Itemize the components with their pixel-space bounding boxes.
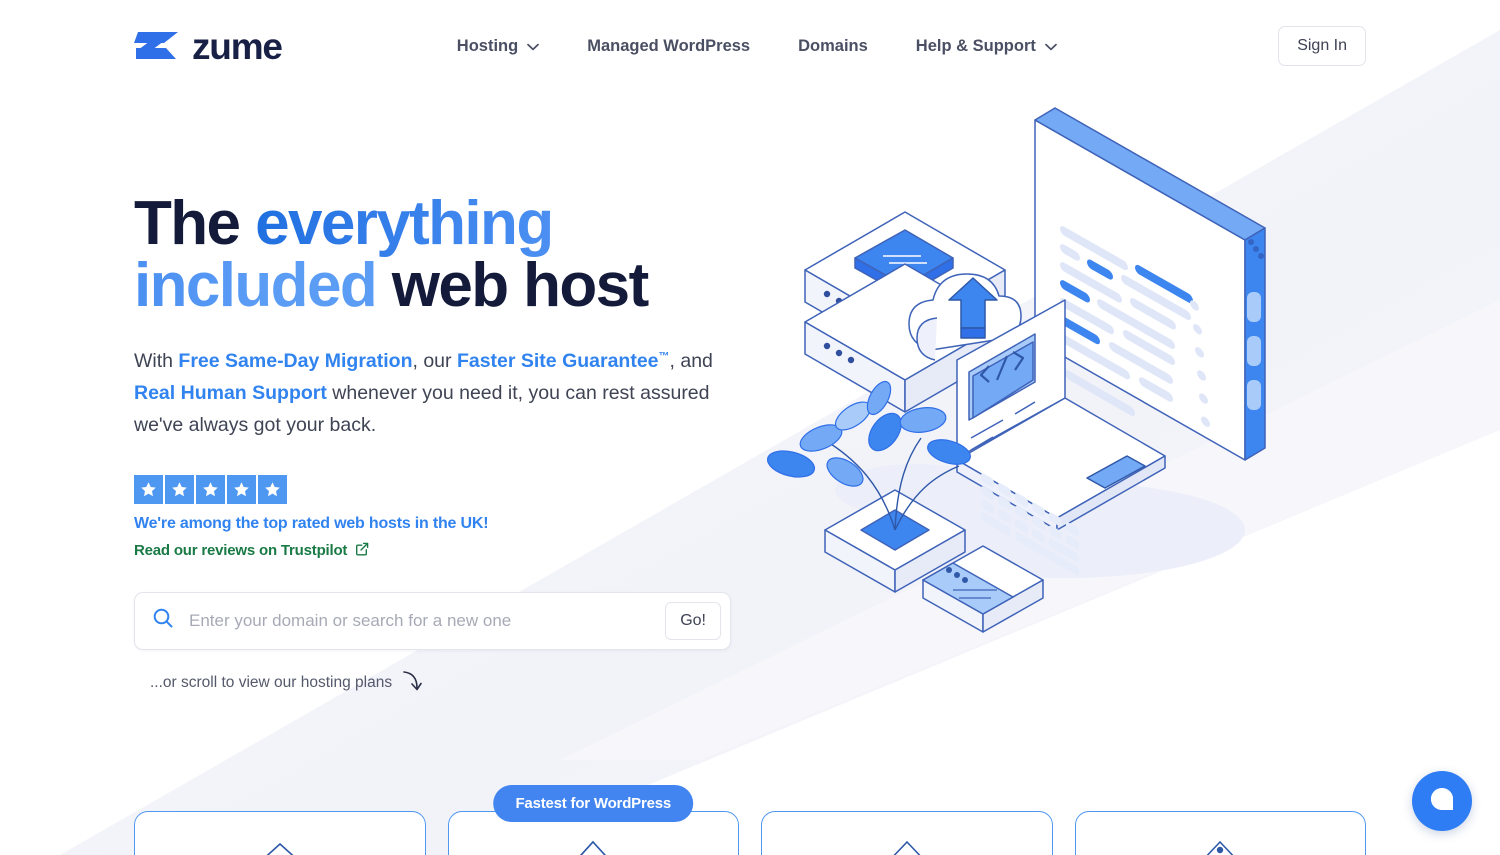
chat-bubble-icon — [1429, 786, 1455, 817]
brand-name: zume — [192, 25, 283, 67]
faster-site-guarantee-text: Faster Site Guarantee — [456, 350, 659, 372]
main-navigation: Hosting Managed WordPress Domains Help &… — [433, 37, 1081, 56]
link-faster-site-guarantee[interactable]: Faster Site Guarantee™ — [457, 350, 670, 372]
status-badge: Fastest for WordPress — [493, 785, 694, 822]
search-go-button[interactable]: Go! — [665, 601, 721, 640]
isometric-wedge-icon — [234, 834, 326, 855]
nav-item-managed-wordpress[interactable]: Managed WordPress — [563, 37, 774, 56]
hero-content: The everything included web host With Fr… — [134, 92, 754, 698]
star-icon — [258, 474, 287, 504]
brand-logo[interactable]: zume — [134, 25, 283, 67]
scroll-hint: ...or scroll to view our hosting plans — [150, 669, 754, 698]
hosting-plan-cards: Fastest for WordPress — [0, 785, 1500, 855]
scroll-hint-text: ...or scroll to view our hosting plans — [150, 674, 393, 692]
hero-subheadline: With Free Same-Day Migration, our Faster… — [134, 345, 734, 442]
external-link-icon — [355, 542, 369, 560]
star-icon — [196, 474, 225, 504]
hero-section: The everything included web host With Fr… — [0, 92, 1500, 698]
subhead-part-3: , and — [669, 350, 713, 372]
nav-item-managed-wordpress-label: Managed WordPress — [587, 36, 751, 55]
plan-card[interactable] — [761, 811, 1053, 855]
nav-item-hosting-label: Hosting — [456, 36, 519, 55]
subhead-part-2: , our — [412, 350, 457, 372]
review-link-text: Read our reviews on Trustpilot — [134, 542, 347, 559]
site-header: zume Hosting Managed WordPress Domains H… — [0, 0, 1500, 92]
star-icon — [134, 474, 163, 504]
search-icon — [151, 606, 175, 635]
link-real-human-support[interactable]: Real Human Support — [134, 382, 327, 404]
star-rating — [134, 474, 754, 504]
chevron-down-icon — [1045, 37, 1057, 56]
domain-search-bar[interactable]: Go! — [134, 591, 731, 650]
chevron-down-icon — [527, 37, 540, 56]
nav-item-help-support[interactable]: Help & Support — [892, 37, 1081, 56]
link-free-same-day-migration[interactable]: Free Same-Day Migration — [178, 350, 412, 372]
star-icon — [165, 474, 194, 504]
plan-card[interactable] — [1074, 811, 1366, 855]
zume-z-logo-icon — [134, 28, 180, 64]
review-link-prefix: Read our reviews on — [134, 542, 281, 560]
plan-card[interactable]: Fastest for WordPress — [447, 785, 739, 855]
trademark-symbol: ™ — [658, 350, 670, 363]
nav-item-hosting[interactable]: Hosting — [433, 37, 563, 56]
trustpilot-rating: We're among the top rated web hosts in t… — [134, 474, 754, 560]
subhead-part-1: With — [134, 350, 179, 372]
headline-suffix: web host — [376, 251, 649, 320]
nav-item-domains[interactable]: Domains — [774, 37, 892, 56]
search-input[interactable] — [175, 610, 666, 631]
trustpilot-review-link[interactable]: Read our reviews on Trustpilot — [134, 542, 754, 560]
trustpilot-tagline: We're among the top rated web hosts in t… — [134, 514, 489, 532]
isometric-shield-icon — [861, 834, 953, 855]
star-icon — [227, 474, 256, 504]
headline-prefix: The — [134, 189, 256, 258]
trustpilot-brand-name: Trustpilot — [280, 542, 348, 560]
nav-item-domains-label: Domains — [798, 36, 868, 55]
nav-item-help-support-label: Help & Support — [915, 36, 1036, 55]
isometric-envelope-icon — [547, 834, 639, 855]
curved-arrow-down-icon — [400, 669, 422, 698]
plan-card[interactable] — [134, 811, 426, 855]
isometric-cube-node-icon — [1174, 834, 1266, 855]
sign-in-button[interactable]: Sign In — [1278, 26, 1366, 66]
chat-widget-button[interactable] — [1412, 771, 1472, 831]
page-title: The everything included web host — [134, 193, 754, 317]
